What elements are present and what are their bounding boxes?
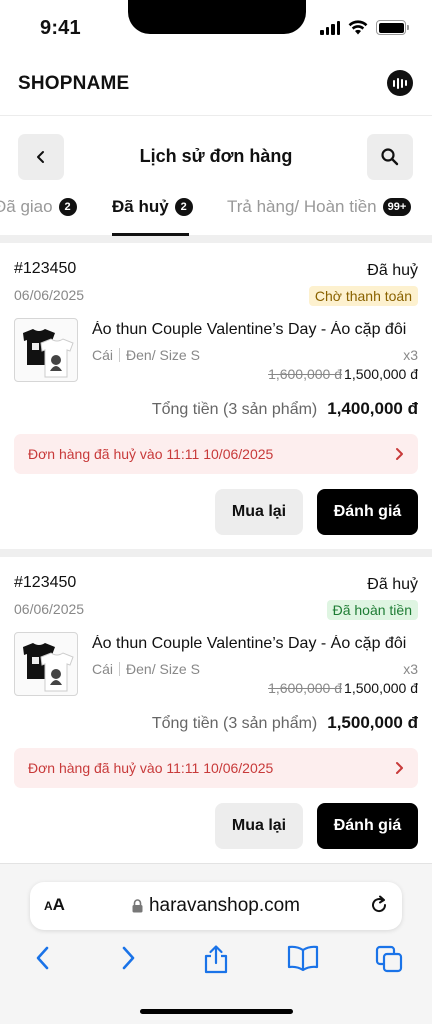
review-button[interactable]: Đánh giá — [317, 803, 418, 849]
review-button[interactable]: Đánh giá — [317, 489, 418, 535]
lock-icon — [132, 899, 143, 913]
total-value: 1,400,000 đ — [327, 399, 418, 418]
tab-label: Đã huỷ — [112, 197, 169, 216]
app-header: SHOPNAME — [0, 50, 432, 116]
product-thumbnail[interactable] — [14, 632, 78, 696]
rebuy-button[interactable]: Mua lại — [215, 489, 303, 535]
product-quantity: x3 — [403, 661, 418, 677]
shop-name[interactable]: SHOPNAME — [18, 73, 129, 95]
back-arrow-icon[interactable] — [33, 944, 53, 972]
product-quantity: x3 — [403, 347, 418, 363]
tab-delivered[interactable]: Đã giao 2 — [0, 197, 77, 217]
product-price: 1,600,000 đ 1,500,000 đ — [268, 366, 418, 382]
order-card[interactable]: #123450 06/06/2025 Đã huỷ Chờ thanh toán… — [0, 243, 432, 549]
bookmarks-icon[interactable] — [287, 944, 319, 972]
browser-toolbar: AA haravanshop.com — [0, 863, 432, 1024]
forward-arrow-icon[interactable] — [118, 944, 138, 972]
tab-label: Trả hàng/ Hoàn tiền — [227, 197, 377, 216]
cancellation-notice[interactable]: Đơn hàng đã huỷ vào 11:11 10/06/2025 — [14, 434, 418, 474]
payment-status-badge: Chờ thanh toán — [308, 286, 418, 306]
chevron-right-icon — [396, 762, 403, 774]
product-variant: Cái Đen/ Size S — [92, 347, 200, 363]
tab-count-badge: 2 — [58, 198, 77, 216]
total-label: Tổng tiền (3 sản phẩm) — [151, 715, 318, 732]
search-icon — [381, 148, 399, 166]
total-value: 1,500,000 đ — [327, 713, 418, 732]
product-variant-value: Đen/ Size S — [126, 347, 200, 363]
original-price: 1,600,000 đ — [268, 366, 343, 382]
order-date: 06/06/2025 — [14, 601, 85, 617]
product-name[interactable]: Áo thun Couple Valentine’s Day - Áo cặp … — [92, 321, 418, 339]
order-status: Đã huỷ — [367, 576, 418, 593]
rebuy-button[interactable]: Mua lại — [215, 803, 303, 849]
status-bar: 9:41 — [0, 0, 432, 50]
search-button[interactable] — [367, 134, 413, 180]
url-text: haravanshop.com — [148, 895, 301, 916]
chevron-right-icon — [396, 448, 403, 460]
sale-price: 1,500,000 đ — [344, 366, 418, 382]
tab-count-badge: 2 — [174, 198, 193, 216]
share-icon[interactable] — [202, 944, 230, 974]
active-tab-indicator — [112, 233, 189, 236]
product-unit: Cái — [92, 347, 114, 363]
reload-icon[interactable] — [368, 894, 390, 916]
chat-bubble-icon[interactable] — [387, 70, 413, 96]
order-tabs: Đã giao 2 Đã huỷ 2 Trả hàng/ Hoàn tiền 9… — [0, 195, 432, 236]
product-variant: Cái Đen/ Size S — [92, 661, 200, 677]
order-status: Đã huỷ — [367, 262, 418, 279]
order-total: Tổng tiền (3 sản phẩm) 1,500,000 đ — [152, 713, 418, 733]
tab-label: Đã giao — [0, 197, 53, 216]
tab-count-badge: 99+ — [382, 198, 412, 216]
tab-returns-refunds[interactable]: Trả hàng/ Hoàn tiền 99+ — [227, 197, 412, 217]
address-bar[interactable]: AA haravanshop.com — [30, 882, 402, 930]
product-name[interactable]: Áo thun Couple Valentine’s Day - Áo cặp … — [92, 635, 418, 653]
wifi-icon — [348, 20, 368, 35]
cancellation-notice[interactable]: Đơn hàng đã huỷ vào 11:11 10/06/2025 — [14, 748, 418, 788]
home-indicator — [140, 1009, 293, 1014]
original-price: 1,600,000 đ — [268, 680, 343, 696]
status-time: 9:41 — [40, 17, 81, 39]
total-label: Tổng tiền (3 sản phẩm) — [151, 401, 318, 418]
order-id: #123450 — [14, 260, 77, 277]
order-date: 06/06/2025 — [14, 287, 85, 303]
product-variant-value: Đen/ Size S — [126, 661, 200, 677]
tabs-icon[interactable] — [374, 944, 404, 974]
tab-cancelled[interactable]: Đã huỷ 2 — [112, 197, 193, 217]
order-id: #123450 — [14, 574, 77, 591]
order-total: Tổng tiền (3 sản phẩm) 1,400,000 đ — [152, 399, 418, 419]
refund-status-badge: Đã hoàn tiền — [326, 600, 418, 620]
product-price: 1,600,000 đ 1,500,000 đ — [268, 680, 418, 696]
divider — [119, 348, 121, 362]
product-thumbnail[interactable] — [14, 318, 78, 382]
url-display[interactable]: haravanshop.com — [30, 895, 402, 917]
notch — [128, 0, 306, 34]
order-card[interactable]: #123450 06/06/2025 Đã huỷ Đã hoàn tiền Á… — [0, 557, 432, 863]
cancellation-text: Đơn hàng đã huỷ vào 11:11 10/06/2025 — [28, 760, 274, 776]
cancellation-text: Đơn hàng đã huỷ vào 11:11 10/06/2025 — [28, 446, 274, 462]
product-unit: Cái — [92, 661, 114, 677]
sale-price: 1,500,000 đ — [344, 680, 418, 696]
divider — [119, 662, 121, 676]
battery-icon — [376, 20, 409, 35]
status-icons — [320, 20, 409, 35]
page-header: Lịch sử đơn hàng Đã giao 2 Đã huỷ 2 Trả … — [0, 116, 432, 236]
cellular-signal-icon — [320, 20, 340, 35]
